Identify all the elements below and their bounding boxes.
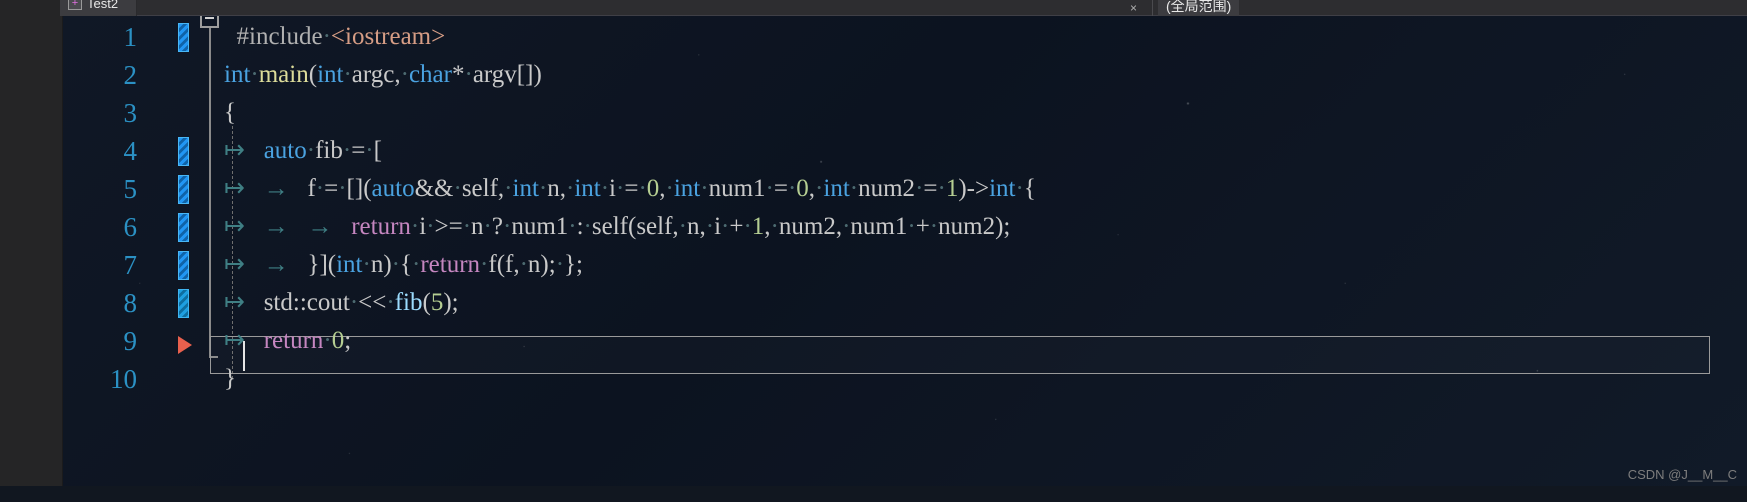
toolbar-divider	[1152, 0, 1153, 16]
line-change-indicator	[178, 289, 189, 318]
code-line-row[interactable]: 4 ↦ auto·fib·=·[	[0, 132, 1747, 170]
line-number: 3	[123, 98, 138, 128]
code-line-row[interactable]: 8 ↦ std::cout·<<·fib(5);	[0, 284, 1747, 322]
code-line-text[interactable]: #include·<iostream>	[224, 18, 446, 56]
scope-selector[interactable]: (全局范围)	[1158, 0, 1240, 16]
close-icon[interactable]: ×	[1130, 1, 1137, 15]
code-line-text[interactable]: ↦ → f·=·[](auto&&·self,·int·n,·int·i·=·0…	[224, 170, 1036, 208]
line-change-indicator	[178, 213, 189, 242]
line-number: 5	[123, 174, 138, 204]
line-number: 2	[123, 60, 138, 90]
code-line-text[interactable]: {	[224, 94, 236, 132]
line-number: 6	[123, 212, 138, 242]
code-line-list[interactable]: 1 #include·<iostream> 2 int·main(int·argc,…	[0, 16, 1747, 502]
file-icon: +	[68, 0, 82, 10]
tab-test2[interactable]: + Test2	[60, 0, 138, 16]
code-line-text[interactable]: ↦ → }](int·n)·{·return·f(f,·n);·};	[224, 246, 583, 284]
code-line-text[interactable]: int·main(int·argc,·char*·argv[])	[224, 56, 542, 94]
editor-bottom-edge	[0, 486, 1747, 502]
code-line-text[interactable]: }	[224, 360, 236, 398]
line-change-indicator	[178, 137, 189, 166]
line-change-indicator	[178, 251, 189, 280]
code-line-text[interactable]: ↦ → → return·i·>=·n·?·num1·:·self(self,·…	[224, 208, 1010, 246]
watermark-text: CSDN @J__M__C	[1627, 467, 1737, 482]
line-number: 7	[123, 250, 138, 280]
code-line-row[interactable]: 1 #include·<iostream>	[0, 18, 1747, 56]
code-line-row[interactable]: 2 int·main(int·argc,·char*·argv[])	[0, 56, 1747, 94]
code-line-row[interactable]: 5 ↦ → f·=·[](auto&&·self,·int·n,·int·i·=·…	[0, 170, 1747, 208]
line-number: 4	[123, 136, 138, 166]
code-line-text[interactable]: ↦ auto·fib·=·[	[224, 132, 382, 170]
code-line-row[interactable]: 3{	[0, 94, 1747, 132]
editor-tab-strip: + Test2 × (全局范围)	[0, 0, 1747, 16]
code-line-row[interactable]: 6 ↦ → → return·i·>=·n·?·num1·:·self(self,…	[0, 208, 1747, 246]
line-change-indicator	[178, 23, 189, 52]
code-line-row[interactable]: 9 ↦ return·0;	[0, 322, 1747, 360]
visual-studio-editor-window: 1 #include·<iostream> 2 int·main(int·argc,…	[0, 0, 1747, 502]
code-line-row[interactable]: 7 ↦ → }](int·n)·{·return·f(f,·n);·};	[0, 246, 1747, 284]
line-number: 9	[123, 326, 138, 356]
line-change-indicator	[178, 175, 189, 204]
line-number: 8	[123, 288, 138, 318]
code-line-row[interactable]: 10}	[0, 360, 1747, 398]
code-line-text[interactable]: ↦ std::cout·<<·fib(5);	[224, 284, 459, 322]
code-line-text[interactable]: ↦ return·0;	[224, 322, 351, 360]
line-number: 1	[123, 22, 138, 52]
line-number: 10	[110, 364, 137, 394]
tab-strip-left-pad	[0, 0, 60, 16]
tab-label: Test2	[87, 0, 119, 11]
